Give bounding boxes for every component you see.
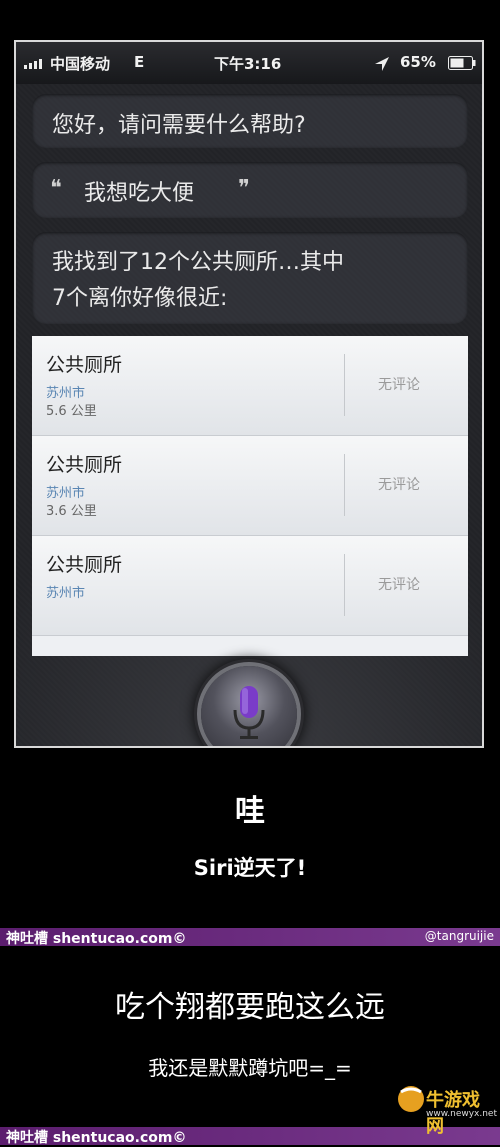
result-city: 苏州市 xyxy=(46,486,86,501)
watermark-author: @tangruijie xyxy=(424,929,494,943)
result-item[interactable]: 公共厕所 苏州市 无评论 xyxy=(32,536,468,636)
result-item[interactable]: 公共厕所 苏州市 3.6 公里 无评论 xyxy=(32,436,468,536)
punchline: 吃个翔都要跑这么远 xyxy=(115,990,385,1025)
location-arrow-icon xyxy=(375,57,389,71)
caption-title: 哇 xyxy=(235,794,265,829)
carrier-name: 中国移动 xyxy=(50,55,111,73)
bull-logo-icon xyxy=(398,1086,424,1112)
battery-percent: 65% xyxy=(400,53,436,71)
user-query-text: 我想吃大便 xyxy=(84,181,195,206)
result-divider xyxy=(344,454,345,516)
watermark-site: 神吐槽 shentucao.com© xyxy=(6,931,187,947)
bottom-watermark-band: 神吐槽 shentucao.com© xyxy=(0,1127,500,1146)
siri-mic-button[interactable] xyxy=(201,666,297,746)
siri-response-bubble: 我找到了12个公共厕所…其中 7个离你好像很近: xyxy=(32,232,468,324)
corner-logo-url: www.newyx.net xyxy=(426,1109,498,1119)
result-distance: 5.6 公里 xyxy=(46,404,97,419)
quote-open-icon: ❝ xyxy=(50,176,62,201)
result-distance: 3.6 公里 xyxy=(46,504,97,519)
battery-icon xyxy=(448,56,476,70)
result-rating: 无评论 xyxy=(378,477,420,493)
result-rating: 无评论 xyxy=(378,577,420,593)
bottom-watermark-site: 神吐槽 shentucao.com© xyxy=(6,1130,187,1146)
caption-subtitle: Siri逆天了! xyxy=(193,856,307,880)
siri-response-line-1: 我找到了12个公共厕所…其中 xyxy=(52,250,344,275)
siri-greeting-text: 您好，请问需要什么帮助? xyxy=(52,113,306,138)
corner-logo: 牛游戏网 www.newyx.net xyxy=(396,1082,498,1137)
siri-response-line-2: 7个离你好像很近: xyxy=(52,286,228,311)
siri-conversation: 您好，请问需要什么帮助? ❝ 我想吃大便 ❞ 我找到了12个公共厕所…其中 7个… xyxy=(16,84,482,746)
network-type: E xyxy=(134,53,145,71)
result-name: 公共厕所 xyxy=(46,354,123,376)
user-query-bubble[interactable]: ❝ 我想吃大便 ❞ xyxy=(32,162,468,218)
result-name: 公共厕所 xyxy=(46,454,123,476)
result-name: 公共厕所 xyxy=(46,554,123,576)
result-city: 苏州市 xyxy=(46,586,86,601)
siri-screenshot: 中国移动 E 下午3:16 65% 您好，请问需要什么帮助? ❝ 我想吃大便 ❞… xyxy=(14,40,484,748)
result-divider xyxy=(344,354,345,416)
result-item[interactable]: 公共厕所 苏州市 5.6 公里 无评论 xyxy=(32,336,468,436)
microphone-icon xyxy=(233,686,265,739)
quote-close-icon: ❞ xyxy=(238,176,250,201)
siri-greeting-bubble: 您好，请问需要什么帮助? xyxy=(32,94,468,148)
signal-bars-icon xyxy=(24,59,42,69)
result-rating: 无评论 xyxy=(378,377,420,393)
watermark-band: 神吐槽 shentucao.com© @tangruijie xyxy=(0,928,500,947)
sub-punchline: 我还是默默蹲坑吧=_= xyxy=(148,1056,352,1080)
status-bar: 中国移动 E 下午3:16 65% xyxy=(16,42,482,84)
result-city: 苏州市 xyxy=(46,386,86,401)
result-divider xyxy=(344,554,345,616)
clock-time: 下午3:16 xyxy=(214,55,282,73)
map-results-list: 公共厕所 苏州市 5.6 公里 无评论 公共厕所 苏州市 3.6 公里 无评论 … xyxy=(32,336,468,656)
